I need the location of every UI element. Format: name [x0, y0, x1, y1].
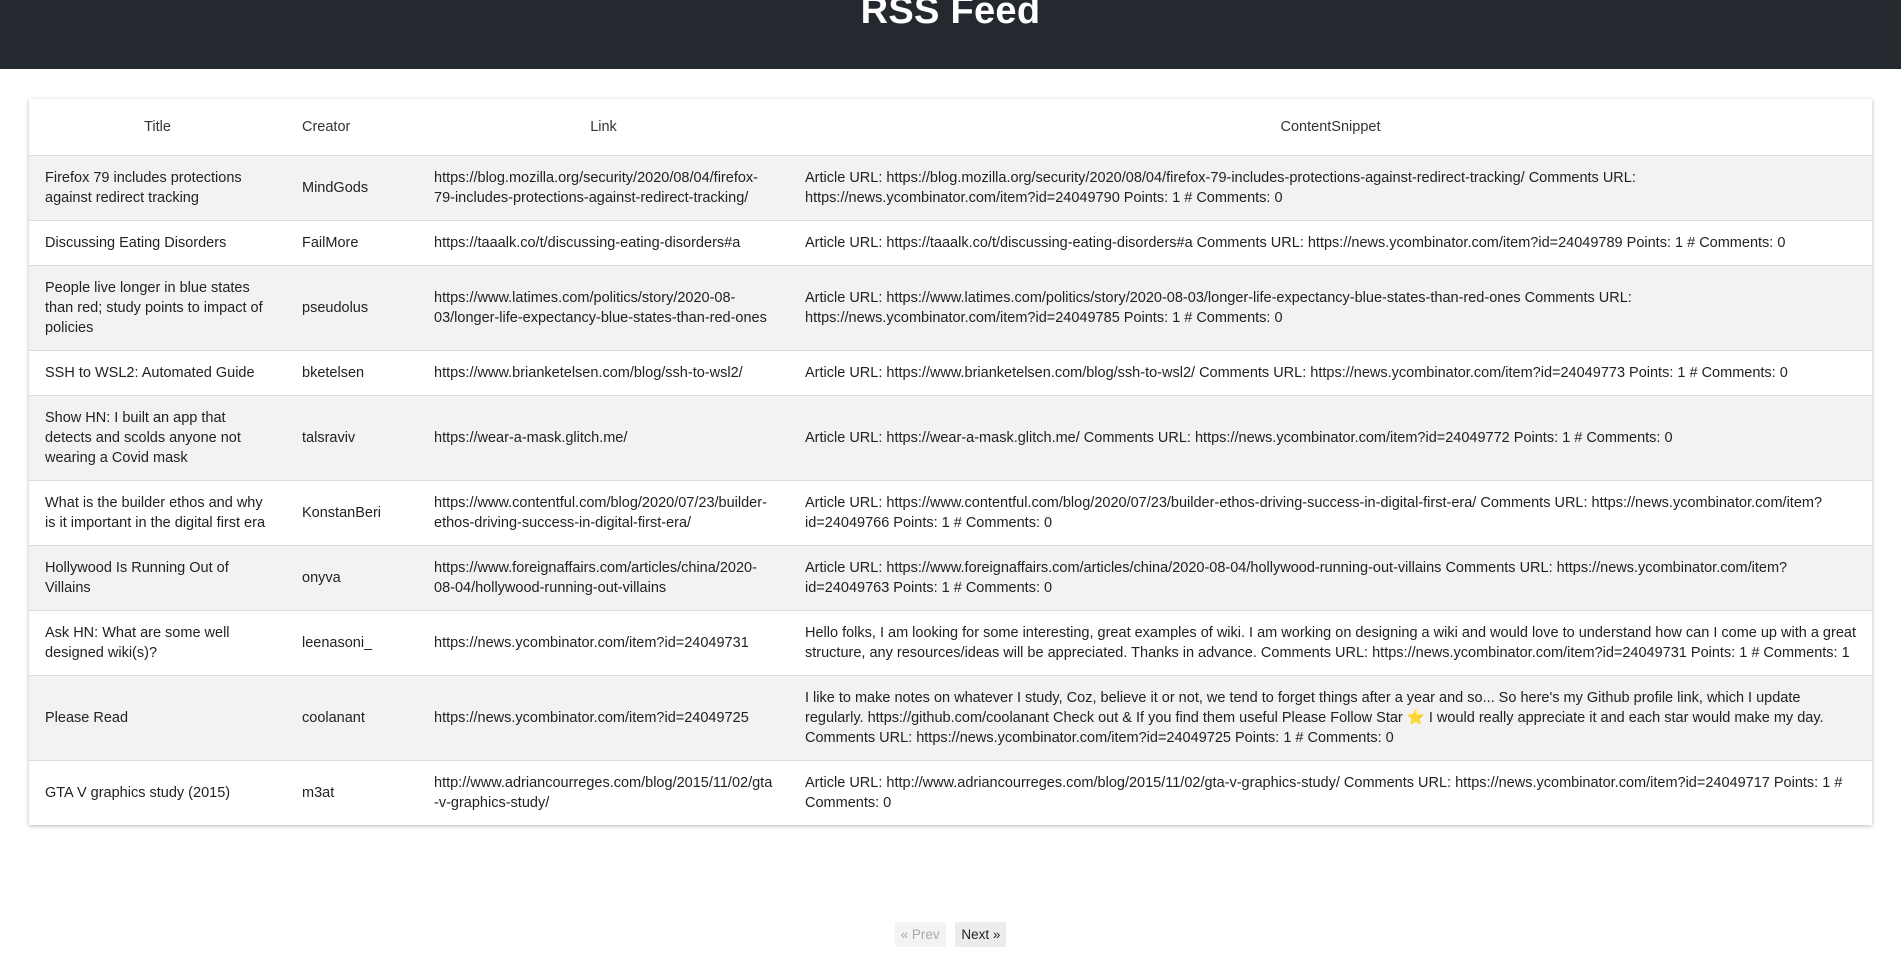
cell-content-snippet: Hello folks, I am looking for some inter…	[789, 610, 1872, 676]
table-row: Ask HN: What are some well designed wiki…	[29, 610, 1872, 676]
table-row: People live longer in blue states than r…	[29, 265, 1872, 351]
table-row: GTA V graphics study (2015) m3at http://…	[29, 760, 1872, 825]
cell-link: https://www.contentful.com/blog/2020/07/…	[418, 480, 789, 546]
cell-content-snippet: I like to make notes on whatever I study…	[789, 675, 1872, 761]
cell-title: Ask HN: What are some well designed wiki…	[29, 610, 286, 676]
cell-link: https://taaalk.co/t/discussing-eating-di…	[418, 220, 789, 266]
cell-title: Firefox 79 includes protections against …	[29, 155, 286, 221]
column-header-title: Title	[29, 99, 286, 156]
cell-content-snippet: Article URL: https://blog.mozilla.org/se…	[789, 155, 1872, 221]
cell-title: Hollywood Is Running Out of Villains	[29, 545, 286, 611]
table-header-row: Title Creator Link ContentSnippet	[29, 99, 1872, 156]
cell-title: Show HN: I built an app that detects and…	[29, 395, 286, 481]
cell-link: https://www.foreignaffairs.com/articles/…	[418, 545, 789, 611]
table-row: Firefox 79 includes protections against …	[29, 155, 1872, 221]
cell-creator: talsraviv	[286, 395, 418, 481]
pagination: « Prev Next »	[0, 922, 1901, 947]
cell-title: GTA V graphics study (2015)	[29, 760, 286, 825]
cell-content-snippet: Article URL: https://wear-a-mask.glitch.…	[789, 395, 1872, 481]
column-header-content-snippet: ContentSnippet	[789, 99, 1872, 156]
cell-creator: FailMore	[286, 220, 418, 266]
cell-content-snippet: Article URL: https://www.foreignaffairs.…	[789, 545, 1872, 611]
cell-creator: leenasoni_	[286, 610, 418, 676]
cell-link: http://www.adriancourreges.com/blog/2015…	[418, 760, 789, 825]
cell-title: Please Read	[29, 675, 286, 761]
cell-creator: onyva	[286, 545, 418, 611]
table-row: Please Read coolanant https://news.ycomb…	[29, 675, 1872, 761]
next-page-button[interactable]: Next »	[955, 922, 1007, 947]
prev-page-button[interactable]: « Prev	[894, 922, 946, 947]
cell-link: https://wear-a-mask.glitch.me/	[418, 395, 789, 481]
cell-creator: coolanant	[286, 675, 418, 761]
table-row: What is the builder ethos and why is it …	[29, 480, 1872, 546]
rss-feed-table: Title Creator Link ContentSnippet Firefo…	[29, 99, 1872, 825]
cell-title: People live longer in blue states than r…	[29, 265, 286, 351]
page-title: RSS Feed	[860, 0, 1041, 32]
cell-content-snippet: Article URL: https://www.contentful.com/…	[789, 480, 1872, 546]
cell-creator: KonstanBeri	[286, 480, 418, 546]
cell-content-snippet: Article URL: https://www.brianketelsen.c…	[789, 350, 1872, 396]
cell-content-snippet: Article URL: https://taaalk.co/t/discuss…	[789, 220, 1872, 266]
cell-link: https://news.ycombinator.com/item?id=240…	[418, 675, 789, 761]
cell-title: Discussing Eating Disorders	[29, 220, 286, 266]
page-header: RSS Feed	[0, 0, 1901, 69]
cell-link: https://www.brianketelsen.com/blog/ssh-t…	[418, 350, 789, 396]
table-row: Show HN: I built an app that detects and…	[29, 395, 1872, 481]
cell-creator: m3at	[286, 760, 418, 825]
cell-creator: pseudolus	[286, 265, 418, 351]
cell-link: https://www.latimes.com/politics/story/2…	[418, 265, 789, 351]
cell-title: What is the builder ethos and why is it …	[29, 480, 286, 546]
cell-title: SSH to WSL2: Automated Guide	[29, 350, 286, 396]
table-row: SSH to WSL2: Automated Guide bketelsen h…	[29, 350, 1872, 396]
column-header-link: Link	[418, 99, 789, 156]
cell-link: https://blog.mozilla.org/security/2020/0…	[418, 155, 789, 221]
cell-creator: MindGods	[286, 155, 418, 221]
cell-content-snippet: Article URL: https://www.latimes.com/pol…	[789, 265, 1872, 351]
column-header-creator: Creator	[286, 99, 418, 156]
cell-content-snippet: Article URL: http://www.adriancourreges.…	[789, 760, 1872, 825]
cell-creator: bketelsen	[286, 350, 418, 396]
rss-feed-table-card: Title Creator Link ContentSnippet Firefo…	[29, 99, 1872, 825]
cell-link: https://news.ycombinator.com/item?id=240…	[418, 610, 789, 676]
table-row: Hollywood Is Running Out of Villains ony…	[29, 545, 1872, 611]
table-row: Discussing Eating Disorders FailMore htt…	[29, 220, 1872, 266]
